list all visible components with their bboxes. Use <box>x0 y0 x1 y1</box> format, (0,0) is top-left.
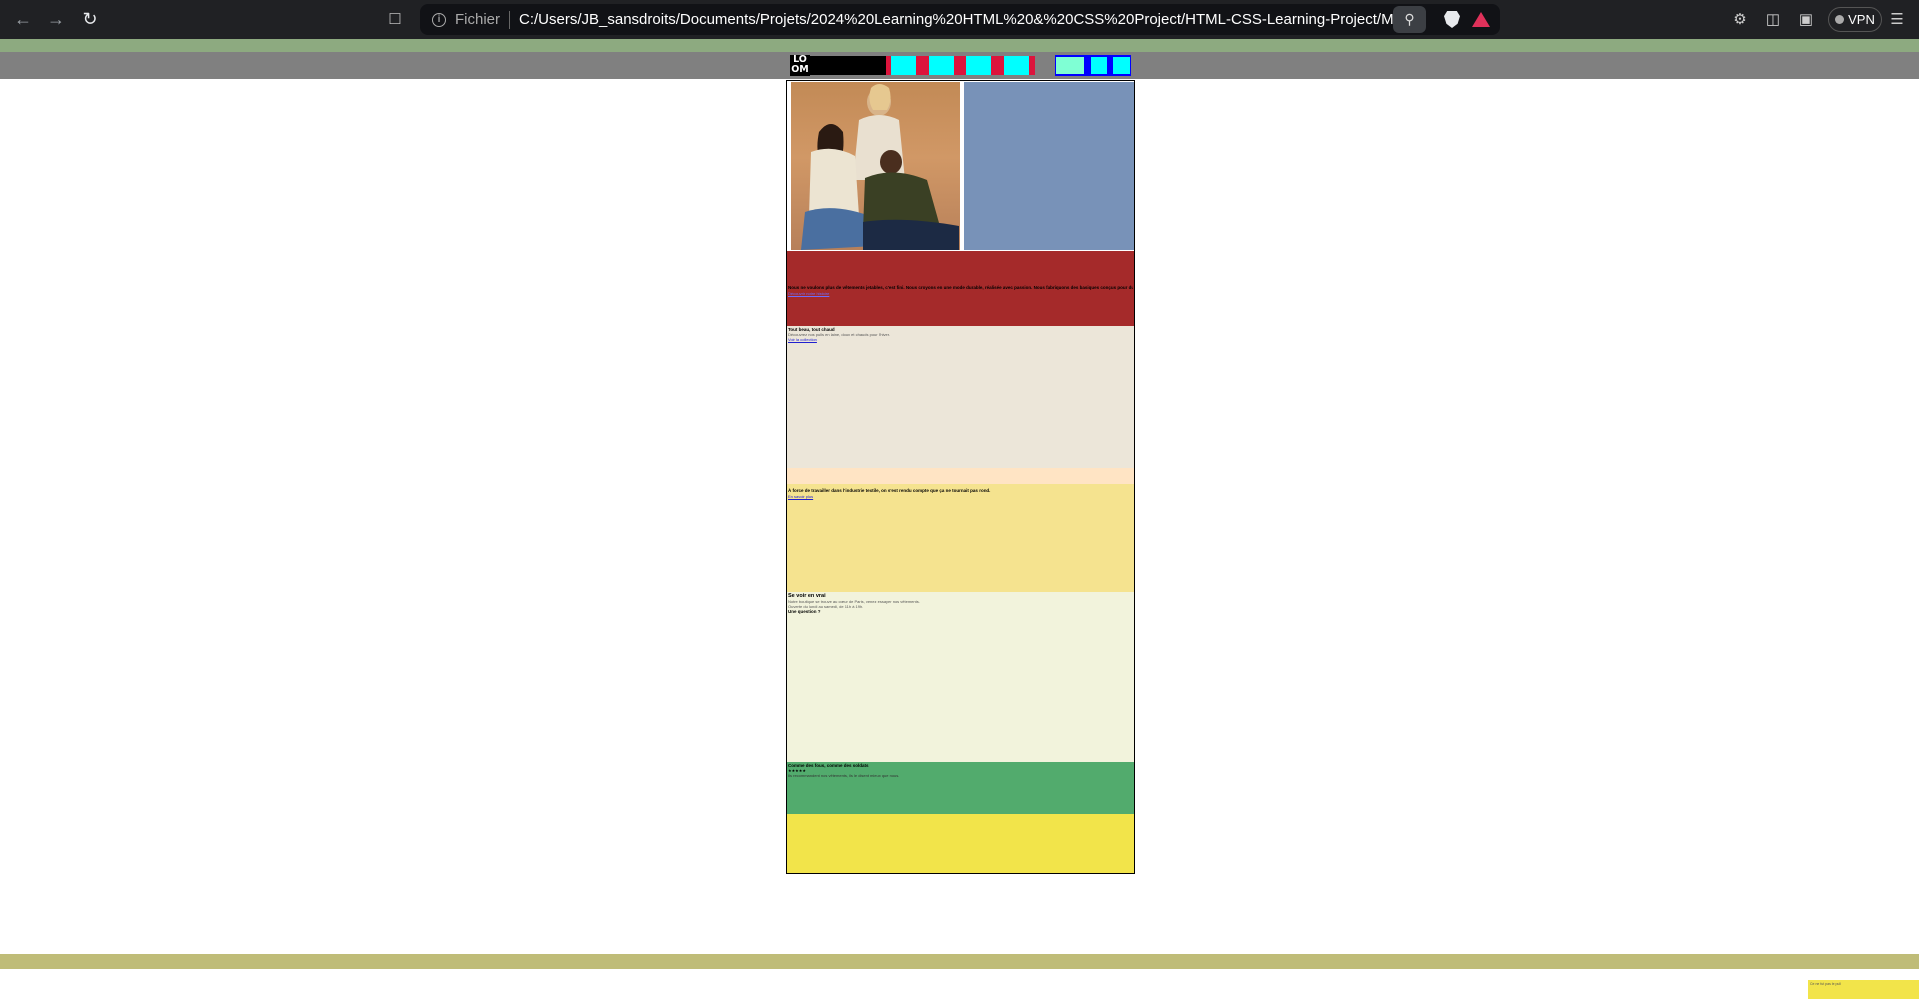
vpn-status-icon <box>1835 15 1845 24</box>
nav-link-2[interactable] <box>929 56 954 75</box>
site-header: LO OM <box>0 52 1919 79</box>
story-section: À force de travailler dans l'industrie t… <box>787 484 1134 592</box>
vpn-label: VPN <box>1848 12 1875 27</box>
page-main: Nous ne voulons plus de vêtements jetabl… <box>786 80 1135 874</box>
reload-icon[interactable]: ↻ <box>73 2 107 36</box>
sidebar-icon[interactable]: ◫ <box>1762 8 1784 30</box>
nav-link-3[interactable] <box>966 56 991 75</box>
bottom-band <box>0 954 1919 969</box>
header-spacer <box>810 56 886 75</box>
top-band <box>0 39 1919 52</box>
back-icon[interactable]: ← <box>6 2 40 36</box>
zoom-icon[interactable]: ⚲ <box>1393 6 1426 33</box>
extensions-icon[interactable]: ⚙ <box>1729 8 1751 30</box>
logo-line-2: OM <box>791 64 809 75</box>
forward-icon[interactable]: → <box>39 2 73 36</box>
intro-text: Nous ne voulons plus de vêtements jetabl… <box>788 285 1133 290</box>
menu-icon[interactable]: ☰ <box>1886 8 1908 30</box>
reviews-text: Ils recommandent nos vêtements, ils le d… <box>788 773 900 778</box>
hero-photo-illustration <box>801 84 959 250</box>
browser-toolbar: ← → ↻ ☐ i Fichier C:/Users/JB_sansdroits… <box>0 0 1919 39</box>
collection-link[interactable]: Voir la collection <box>788 337 817 342</box>
footer-block <box>787 814 1134 873</box>
collection-section: Tout beau, tout chaud Découvrez nos pull… <box>787 326 1134 468</box>
store-section: Se voir en vrai Notre boutique se trouve… <box>787 592 1134 762</box>
nav-link-1[interactable] <box>891 56 916 75</box>
hero-image <box>791 82 960 250</box>
divider <box>509 10 511 29</box>
info-icon[interactable]: i <box>432 12 446 27</box>
intro-link[interactable]: Découvrir notre histoire <box>788 291 829 296</box>
header-action-3[interactable] <box>1113 57 1130 74</box>
nav-link-4[interactable] <box>1004 56 1029 75</box>
hero-section <box>787 81 1134 251</box>
address-bar[interactable]: i Fichier C:/Users/JB_sansdroits/Documen… <box>420 4 1500 35</box>
bookmark-icon[interactable]: ☐ <box>384 8 406 30</box>
divider-strip <box>787 468 1134 484</box>
brave-shield-icon[interactable] <box>1444 11 1460 28</box>
store-question: Une question ? <box>788 609 821 614</box>
brave-rewards-icon[interactable] <box>1472 12 1490 27</box>
header-action-2[interactable] <box>1091 57 1107 74</box>
story-link[interactable]: En savoir plus <box>788 494 813 499</box>
header-action-1[interactable] <box>1056 57 1084 74</box>
url-text[interactable]: C:/Users/JB_sansdroits/Documents/Projets… <box>519 11 1399 28</box>
wallet-icon[interactable]: ▣ <box>1795 8 1817 30</box>
logo[interactable]: LO OM <box>790 55 810 76</box>
hero-side-panel <box>964 82 1134 250</box>
footer-note: Ce ne fut pas le pull <box>1808 980 1919 999</box>
intro-section: Nous ne voulons plus de vêtements jetabl… <box>787 251 1134 326</box>
vpn-button[interactable]: VPN <box>1828 7 1882 32</box>
reviews-section: Comme des fous, comme des soldats ★★★★★ … <box>787 762 1134 814</box>
story-text: À force de travailler dans l'industrie t… <box>788 488 991 493</box>
site-info-label: Fichier <box>455 11 501 28</box>
